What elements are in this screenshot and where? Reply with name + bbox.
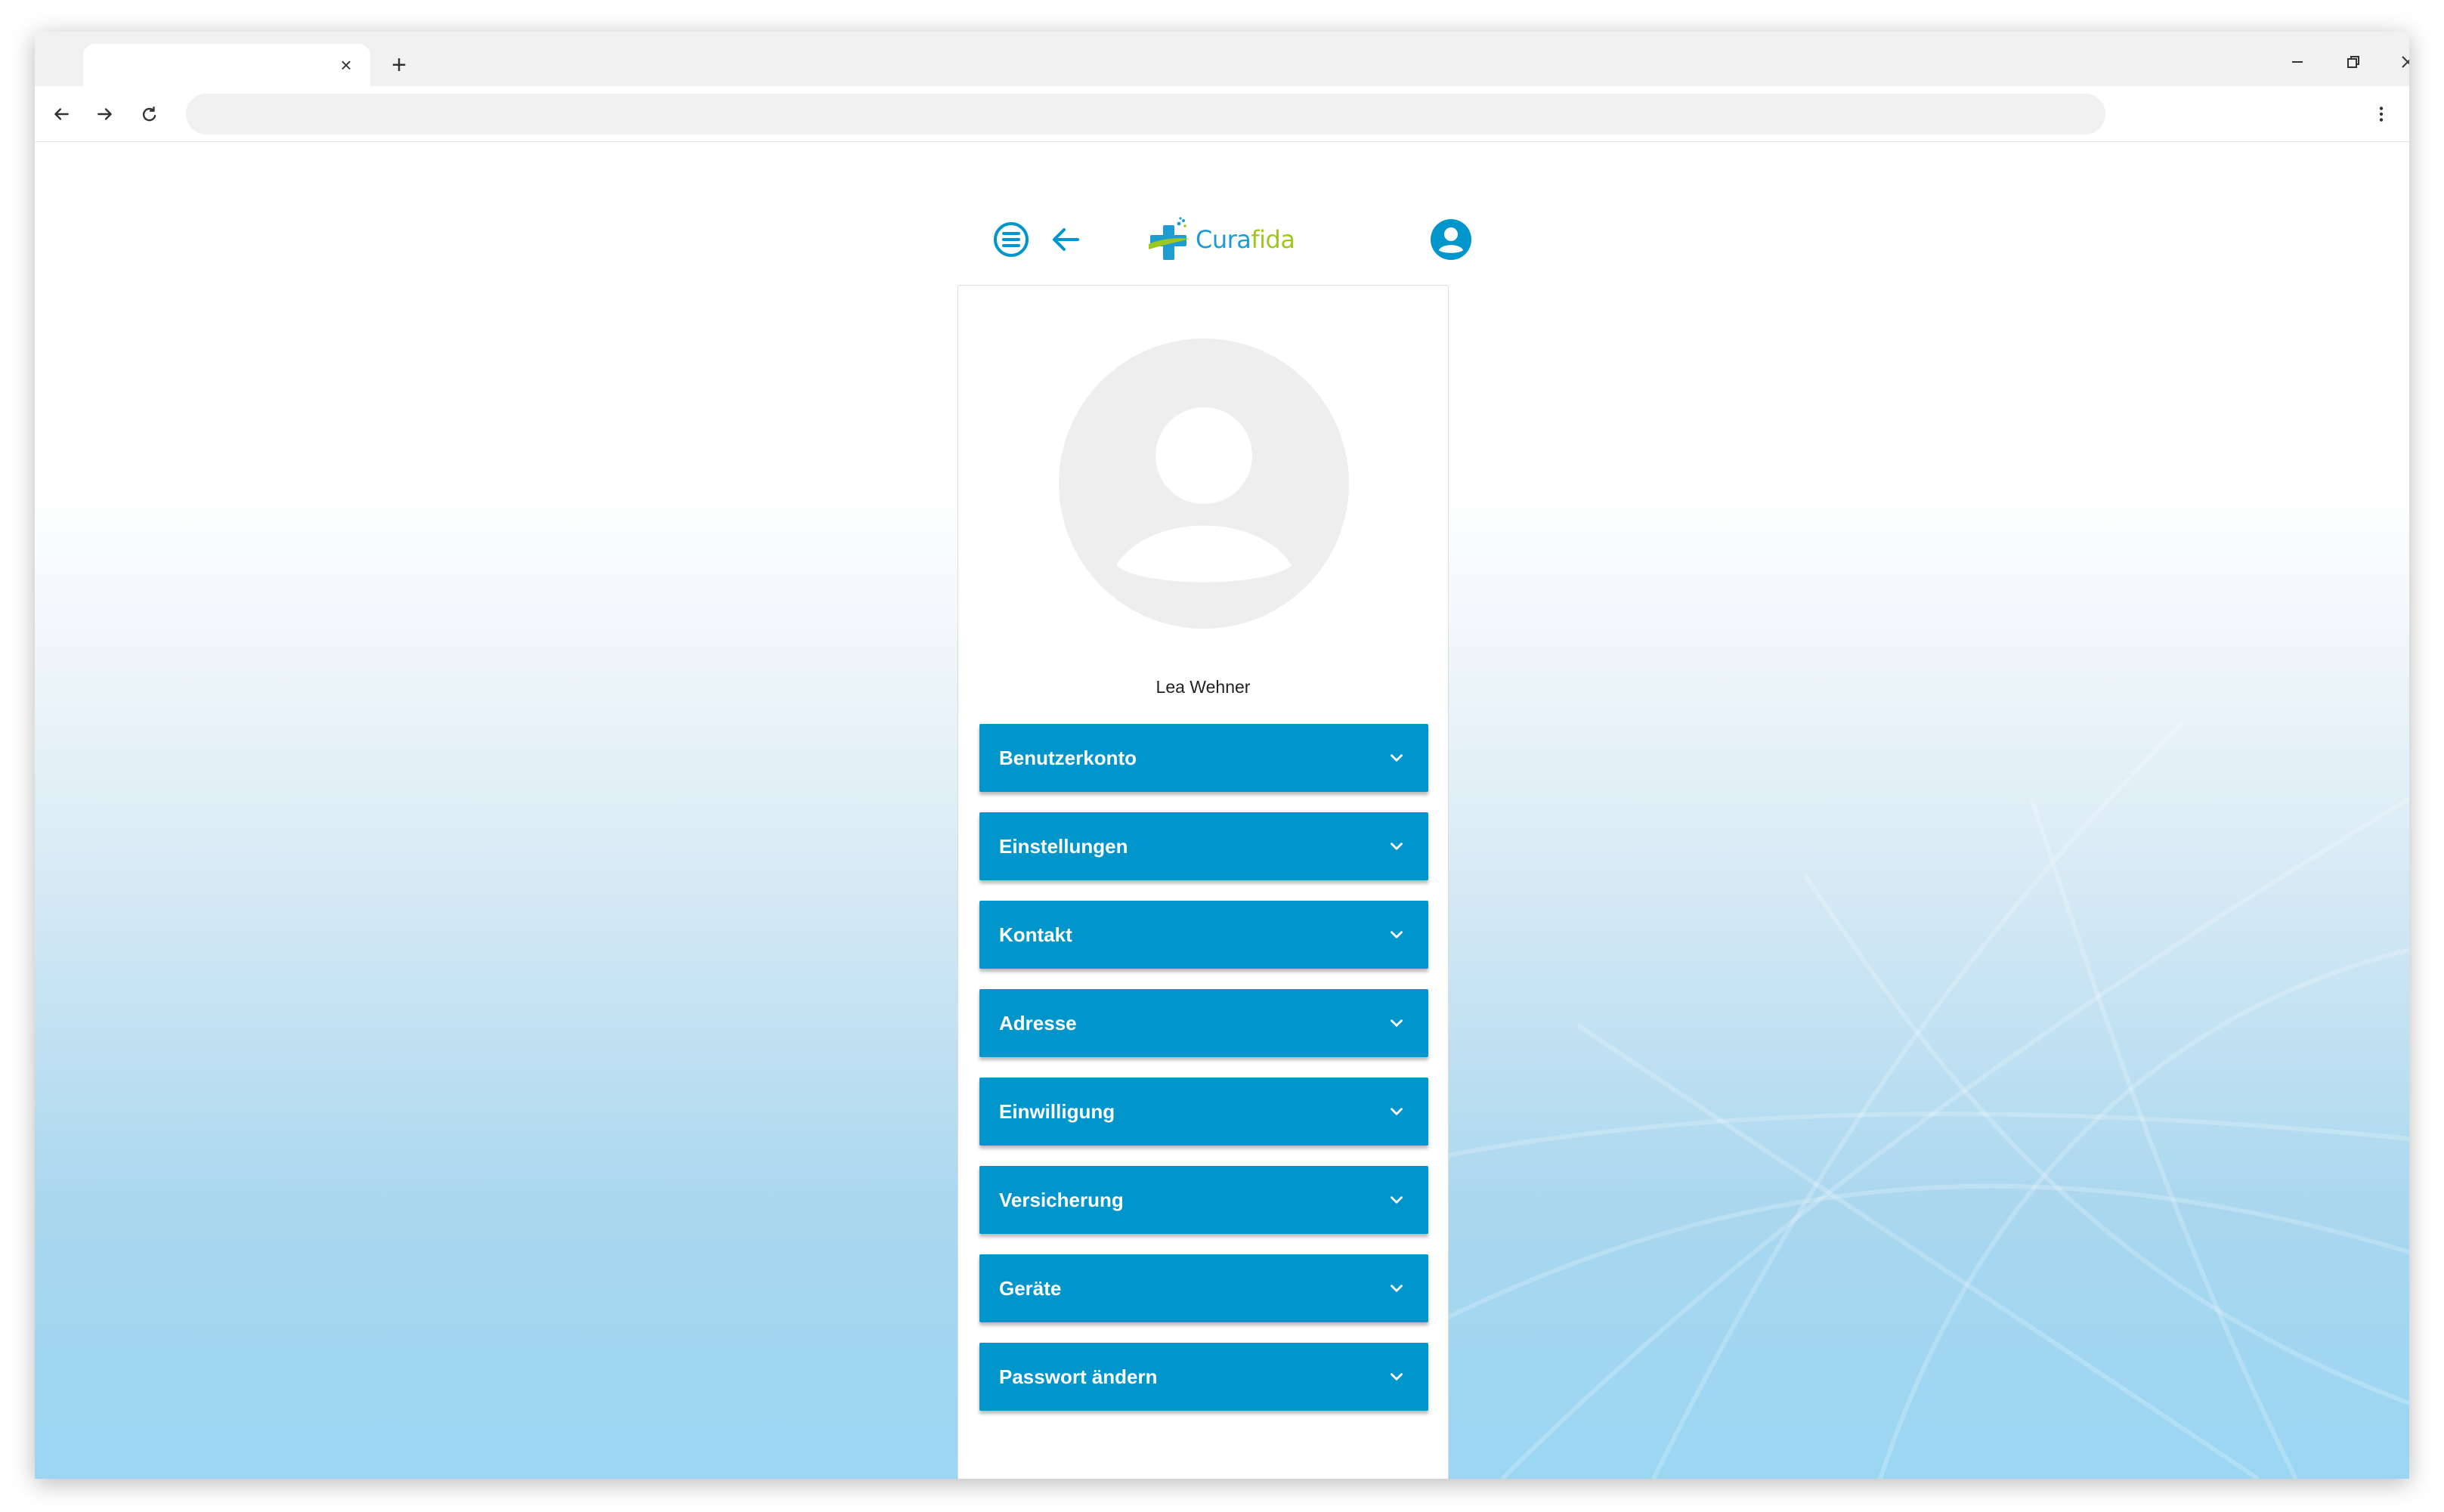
logo-text-fida: fida: [1251, 225, 1295, 254]
accordion-passwort-aendern[interactable]: Passwort ändern: [979, 1343, 1428, 1411]
restore-icon: [2347, 56, 2359, 68]
menu-icon: [994, 222, 1029, 257]
accordion-kontakt[interactable]: Kontakt: [979, 901, 1428, 969]
accordion-label: Benutzerkonto: [999, 746, 1137, 769]
reload-icon: [142, 107, 156, 122]
chevron-down-icon: [1384, 746, 1409, 770]
accordion-label: Passwort ändern: [999, 1365, 1158, 1388]
browser-toolbar: [35, 86, 2409, 142]
accordion-label: Einstellungen: [999, 834, 1128, 858]
chevron-down-icon: [1384, 1188, 1409, 1212]
logo-text-cura: Cura: [1196, 225, 1251, 254]
back-button[interactable]: [42, 95, 80, 133]
minimize-button[interactable]: [2279, 45, 2316, 79]
account-circle-icon: [1431, 219, 1471, 260]
chevron-down-icon: [1384, 1276, 1409, 1300]
chevron-down-icon: [1384, 1365, 1409, 1389]
arrow-back-icon: [1053, 228, 1079, 251]
accordion-einwilligung[interactable]: Einwilligung: [979, 1078, 1428, 1146]
accordion-label: Kontakt: [999, 923, 1072, 946]
address-bar[interactable]: [186, 94, 2105, 135]
user-name: Lea Wehner: [1155, 677, 1251, 697]
tab-close-button[interactable]: ×: [331, 50, 361, 80]
active-tab[interactable]: ×: [83, 44, 370, 86]
reload-button[interactable]: [130, 95, 168, 133]
more-vert-icon: [2379, 107, 2384, 122]
minimize-icon: [2292, 61, 2303, 63]
accordion-label: Adresse: [999, 1011, 1077, 1034]
accordion-label: Einwilligung: [999, 1099, 1115, 1123]
logo-text: Curafida: [1196, 225, 1295, 254]
chevron-down-icon: [1384, 834, 1409, 858]
restore-button[interactable]: [2335, 45, 2371, 79]
profile-accordion: Benutzerkonto Einstellungen Kontakt Adre…: [979, 724, 1428, 1431]
browser-window: × + Curafida Lea Wehner Benutzerkonto Ei…: [35, 32, 2409, 1479]
chevron-down-icon: [1384, 1011, 1409, 1035]
forward-icon: [97, 108, 112, 120]
curafida-logo[interactable]: Curafida: [1146, 211, 1295, 268]
accordion-versicherung[interactable]: Versicherung: [979, 1166, 1428, 1234]
accordion-label: Geräte: [999, 1276, 1062, 1300]
accordion-adresse[interactable]: Adresse: [979, 989, 1428, 1057]
close-window-button[interactable]: [2390, 45, 2409, 79]
back-icon: [54, 108, 69, 120]
browser-menu-button[interactable]: [2362, 95, 2400, 133]
medical-cross-icon: [1149, 217, 1190, 260]
account-button[interactable]: [1430, 218, 1472, 261]
forward-button[interactable]: [86, 95, 124, 133]
background-globe-pattern: [1351, 721, 2409, 1479]
tab-strip: × +: [35, 32, 2409, 86]
accordion-geraete[interactable]: Geräte: [979, 1254, 1428, 1322]
close-icon: [2402, 56, 2409, 68]
back-nav-button[interactable]: [1046, 220, 1085, 259]
new-tab-button[interactable]: +: [382, 48, 416, 82]
chevron-down-icon: [1384, 1099, 1409, 1124]
menu-button[interactable]: [992, 220, 1031, 259]
accordion-label: Versicherung: [999, 1188, 1124, 1211]
chevron-down-icon: [1384, 923, 1409, 947]
page-viewport: Curafida Lea Wehner Benutzerkonto Einste…: [35, 143, 2409, 1479]
accordion-benutzerkonto[interactable]: Benutzerkonto: [979, 724, 1428, 792]
profile-card: Lea Wehner Benutzerkonto Einstellungen K…: [957, 285, 1449, 1479]
accordion-einstellungen[interactable]: Einstellungen: [979, 812, 1428, 880]
app-header: Curafida: [952, 203, 1496, 276]
avatar-placeholder-icon: [1059, 339, 1349, 629]
